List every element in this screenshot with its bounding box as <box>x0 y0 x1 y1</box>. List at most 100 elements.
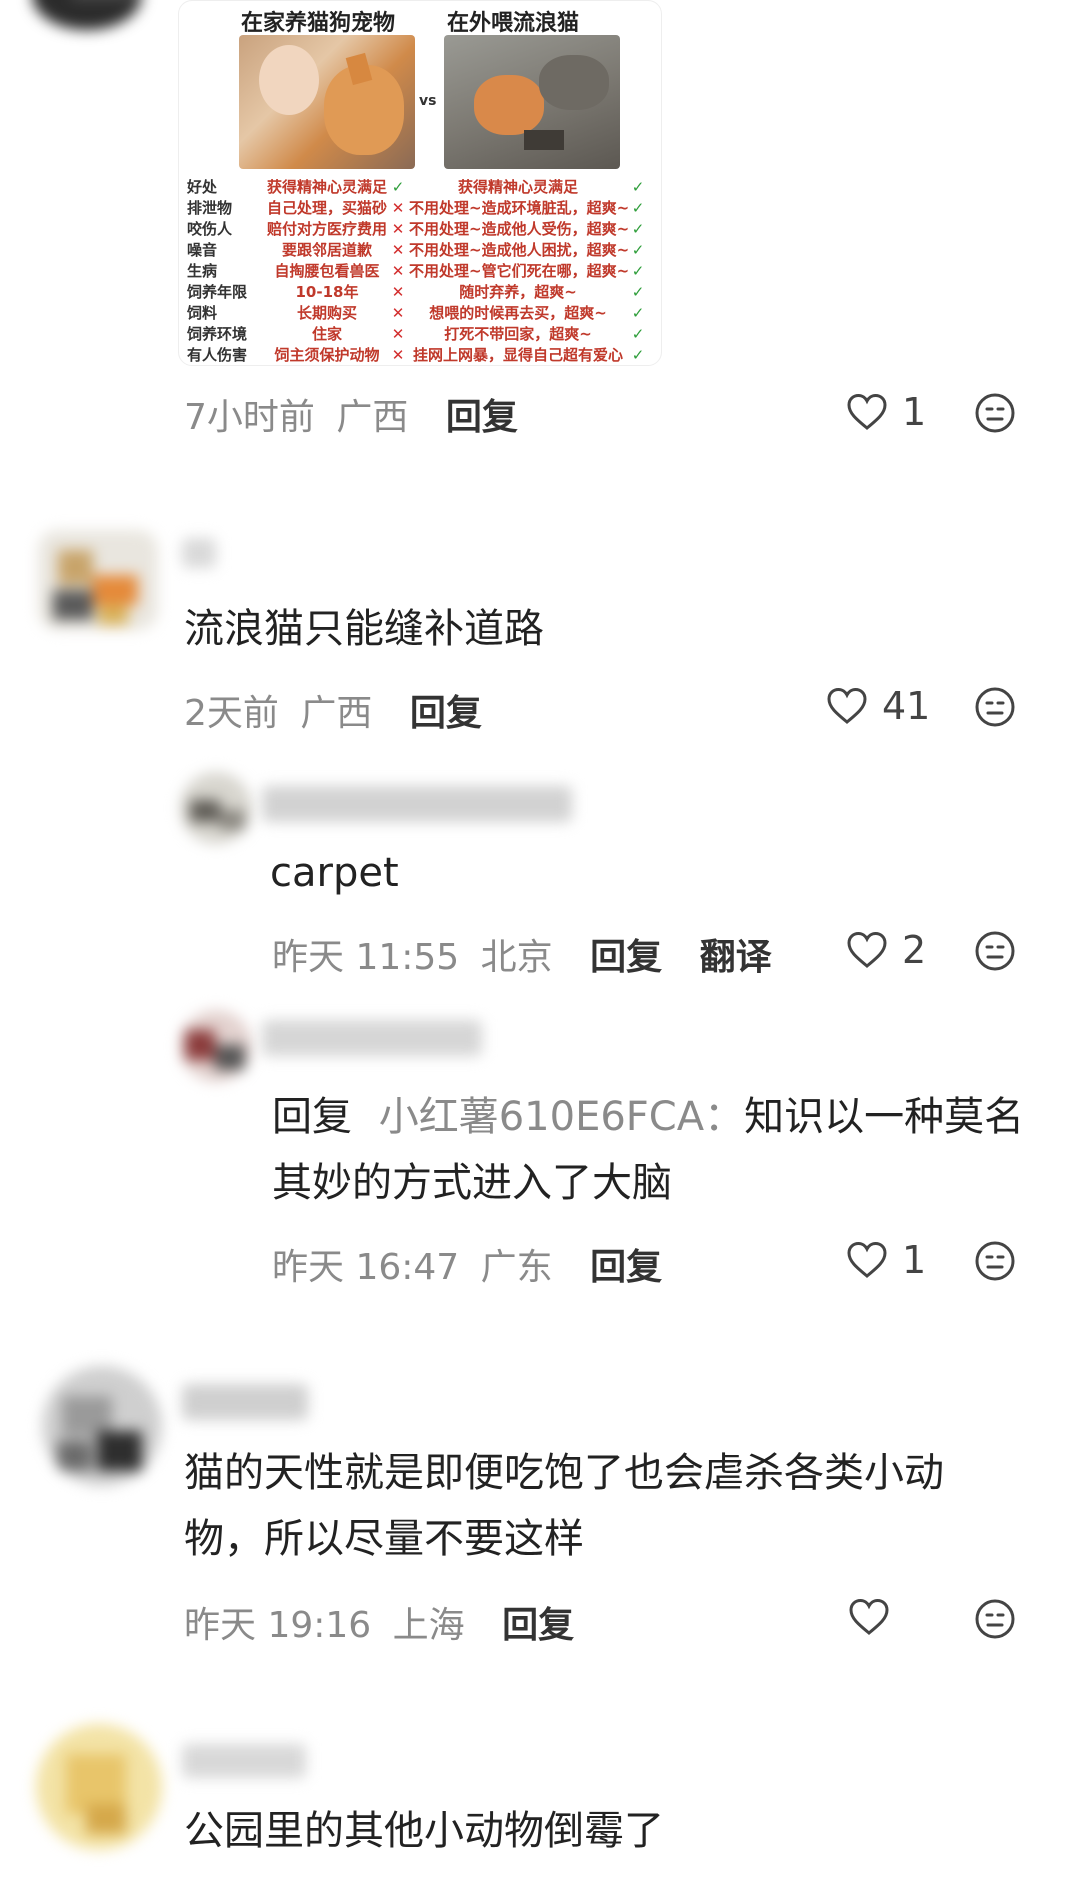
comment-text-line2: 其妙的方式进入了大脑 <box>272 1160 672 1206</box>
comparison-home-pet: 10-18年 <box>295 283 359 301</box>
avatar[interactable] <box>36 1724 162 1850</box>
avatar[interactable] <box>32 0 142 30</box>
comparison-stray-cat: 不用处理~造成他人受伤，超爽~ <box>409 220 630 238</box>
pet-photo <box>239 35 415 169</box>
comparison-stray-mark: ✓ <box>631 199 645 217</box>
comparison-stray-cat: 想喂的时候再去买，超爽~ <box>429 304 607 322</box>
comparison-stray-cat: 打死不带回家，超爽~ <box>444 325 592 343</box>
like-button[interactable]: 1 <box>846 390 926 434</box>
heart-outline-icon <box>846 931 888 969</box>
heart-outline-icon <box>846 1241 888 1279</box>
comparison-home-pet: 自掏腰包看兽医 <box>274 262 380 280</box>
comparison-category: 饲养环境 <box>187 325 248 343</box>
comment-text-line1: 知识以一种莫名 <box>744 1094 1025 1140</box>
comment-location: 广东 <box>480 1247 553 1288</box>
comparison-row: 饲养年限 10-18年 ✕ 随时弃养，超爽~ ✓ <box>187 282 649 303</box>
neutral-face-icon <box>974 686 1016 728</box>
like-button[interactable] <box>848 1598 904 1636</box>
avatar[interactable] <box>180 772 252 844</box>
comparison-row: 好处 获得精神心灵满足 ✓ 获得精神心灵满足 ✓ <box>187 177 649 198</box>
reply-button[interactable]: 回复 <box>590 937 662 978</box>
comparison-stray-cat: 获得精神心灵满足 <box>457 178 578 196</box>
image-left-title: 在家养猫狗宠物 <box>241 11 396 36</box>
comparison-row: 咬伤人 赔付对方医疗费用 ✕ 不用处理~造成他人受伤，超爽~ ✓ <box>187 219 649 240</box>
translate-button[interactable]: 翻译 <box>700 937 772 978</box>
avatar[interactable] <box>180 1010 252 1082</box>
comparison-stray-mark: ✓ <box>631 178 645 196</box>
username-blurred[interactable] <box>182 1744 306 1778</box>
comparison-row: 有人伤害 饲主须保护动物 ✕ 挂网上网暴，显得自己超有爱心 ✓ <box>187 345 649 365</box>
comment-location: 上海 <box>392 1605 465 1646</box>
comment-text: 公园里的其他小动物倒霉了 <box>184 1808 664 1854</box>
comparison-category: 饲料 <box>187 304 218 322</box>
reply-button[interactable]: 回复 <box>502 1605 574 1646</box>
comment-location: 广西 <box>336 397 409 438</box>
comparison-category: 咬伤人 <box>187 220 233 238</box>
username-blurred[interactable] <box>262 786 572 822</box>
comparison-stray-cat: 不用处理~造成他人困扰，超爽~ <box>409 241 630 259</box>
comparison-home-mark: ✕ <box>391 220 405 238</box>
neutral-face-icon <box>974 930 1016 972</box>
comparison-row: 噪音 要跟邻居道歉 ✕ 不用处理~造成他人困扰，超爽~ ✓ <box>187 240 649 261</box>
comparison-category: 排泄物 <box>187 199 233 217</box>
username-blurred[interactable] <box>182 1384 308 1420</box>
like-button[interactable]: 2 <box>846 928 926 972</box>
comparison-category: 噪音 <box>187 241 218 259</box>
like-button[interactable]: 41 <box>826 684 930 728</box>
comparison-home-pet: 住家 <box>311 325 342 343</box>
dislike-button[interactable] <box>974 1598 1016 1640</box>
comparison-home-mark: ✕ <box>391 241 405 259</box>
comparison-row: 排泄物 自己处理，买猫砂 ✕ 不用处理~造成环境脏乱，超爽~ ✓ <box>187 198 649 219</box>
reply-button[interactable]: 回复 <box>410 693 482 734</box>
comparison-stray-cat: 挂网上网暴，显得自己超有爱心 <box>412 346 623 364</box>
comparison-home-pet: 长期购买 <box>296 304 357 322</box>
dislike-button[interactable] <box>974 930 1016 972</box>
reply-to-user[interactable]: 小红薯610E6FCA <box>379 1094 704 1140</box>
comparison-category: 好处 <box>187 178 218 196</box>
comparison-row: 饲料 长期购买 ✕ 想喂的时候再去买，超爽~ ✓ <box>187 303 649 324</box>
comparison-category: 有人伤害 <box>187 346 248 364</box>
username-blurred[interactable] <box>262 1020 482 1056</box>
reply-button[interactable]: 回复 <box>446 397 518 438</box>
reply-separator: ： <box>704 1094 745 1140</box>
comparison-home-pet: 赔付对方医疗费用 <box>267 220 388 238</box>
neutral-face-icon <box>974 392 1016 434</box>
comment-time: 2天前 <box>184 693 279 734</box>
comparison-table: 好处 获得精神心灵满足 ✓ 获得精神心灵满足 ✓ 排泄物 自己处理，买猫砂 ✕ 不用处理~造成环… <box>187 177 649 365</box>
comment-time: 昨天 19:16 <box>184 1605 372 1646</box>
dislike-button[interactable] <box>974 1240 1016 1282</box>
avatar[interactable] <box>42 1366 162 1486</box>
comment-time: 昨天 16:47 <box>272 1247 460 1288</box>
comparison-home-mark: ✕ <box>391 346 405 364</box>
dislike-button[interactable] <box>974 686 1016 728</box>
like-count: 2 <box>902 928 927 972</box>
heart-outline-icon <box>848 1598 890 1636</box>
comment-text-line2: 物，所以尽量不要这样 <box>184 1516 584 1562</box>
avatar[interactable] <box>38 530 158 630</box>
comparison-stray-mark: ✓ <box>631 220 645 238</box>
comparison-home-mark: ✕ <box>391 304 405 322</box>
comment-location: 北京 <box>480 937 553 978</box>
heart-outline-icon <box>826 687 868 725</box>
comment-text-line1: 猫的天性就是即便吃饱了也会虐杀各类小动 <box>184 1450 944 1496</box>
comment-text: 流浪猫只能缝补道路 <box>184 606 544 652</box>
like-count: 1 <box>902 1238 927 1282</box>
comparison-home-mark: ✓ <box>391 178 405 196</box>
comment-time: 7小时前 <box>184 397 315 438</box>
neutral-face-icon <box>974 1598 1016 1640</box>
comment-image[interactable]: 在家养猫狗宠物 在外喂流浪猫 vs 好处 获得精神心灵满足 ✓ 获得精神心灵满足 ✓ 排泄… <box>178 0 662 366</box>
reply-button[interactable]: 回复 <box>590 1247 662 1288</box>
comparison-home-mark: ✕ <box>391 283 405 301</box>
comparison-home-pet: 自己处理，买猫砂 <box>267 199 388 217</box>
vs-label: vs <box>419 93 437 109</box>
like-count: 41 <box>882 684 931 728</box>
heart-outline-icon <box>846 393 888 431</box>
comparison-stray-mark: ✓ <box>631 346 645 364</box>
comparison-row: 生病 自掏腰包看兽医 ✕ 不用处理~管它们死在哪，超爽~ ✓ <box>187 261 649 282</box>
comparison-home-mark: ✕ <box>391 262 405 280</box>
dislike-button[interactable] <box>974 392 1016 434</box>
like-count: 1 <box>902 390 927 434</box>
comment-time: 昨天 11:55 <box>272 937 460 978</box>
like-button[interactable]: 1 <box>846 1238 926 1282</box>
username-blurred[interactable] <box>182 538 216 568</box>
